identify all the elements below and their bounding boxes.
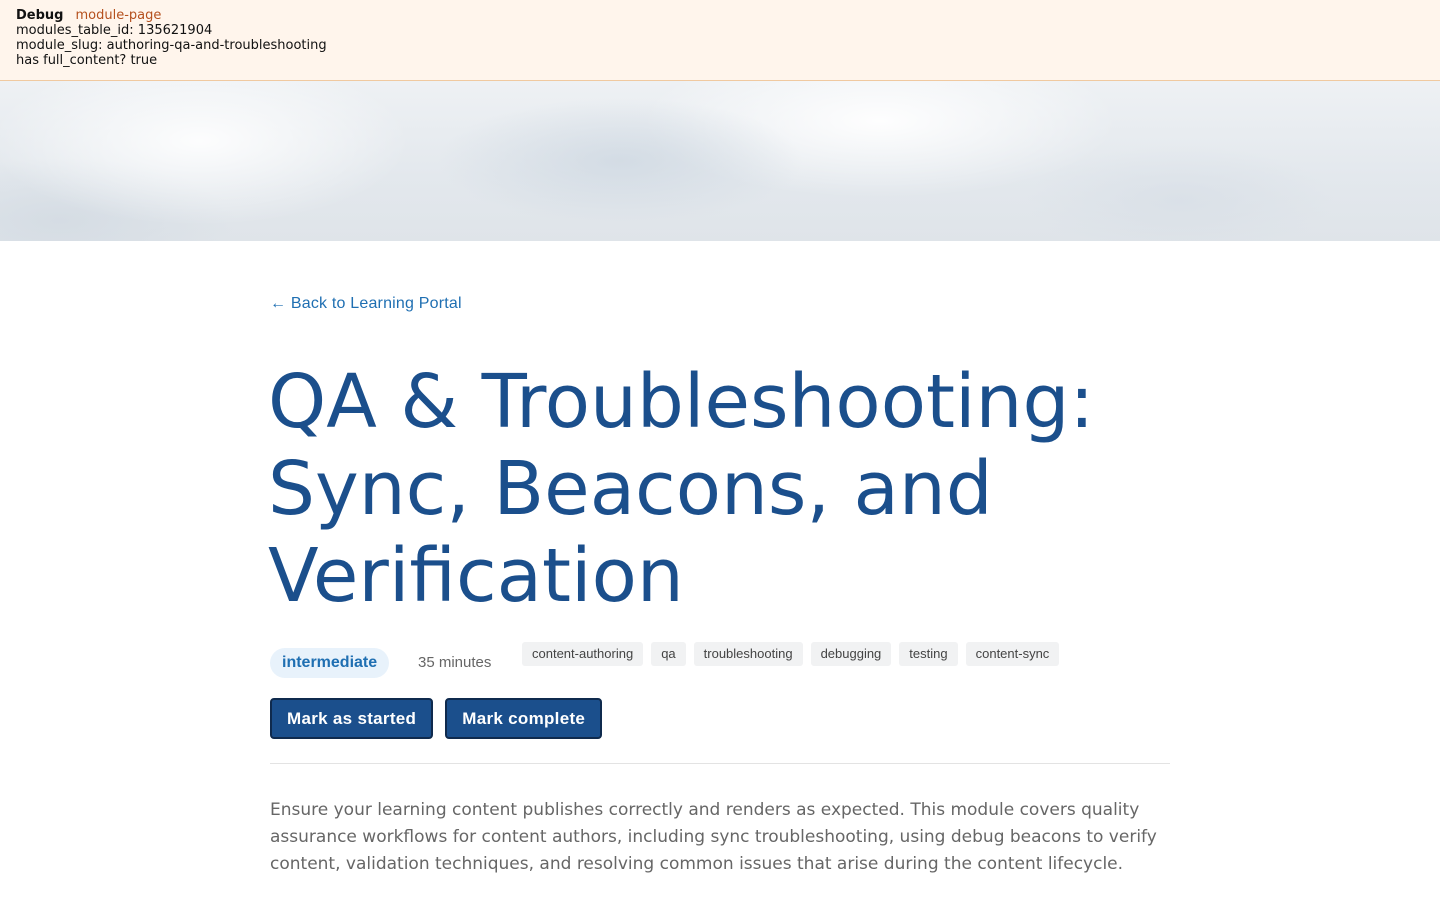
page-title: QA & Troubleshooting: Sync, Beacons, and… [268, 359, 1095, 619]
tag-testing: testing [899, 642, 958, 666]
divider [270, 763, 1170, 764]
mark-started-button[interactable]: Mark as started [270, 698, 434, 739]
progress-actions: Mark as started Mark complete [270, 698, 603, 739]
tag-content-authoring: content-authoring [522, 642, 644, 666]
debug-line-table-id: modules_table_id: 135621904 [16, 23, 213, 38]
hero-banner-image [0, 81, 1440, 241]
tag-qa: qa [651, 642, 686, 666]
debug-title: Debug [16, 8, 64, 23]
tag-content-sync: content-sync [965, 642, 1060, 666]
debug-line-full-content: has full_content? true [16, 53, 158, 68]
tag-list: content-authoring qa troubleshooting deb… [522, 642, 1060, 666]
tag-troubleshooting: troubleshooting [693, 642, 803, 666]
debug-page-type: module-page [75, 8, 162, 23]
debug-line-slug: module_slug: authoring-qa-and-troublesho… [16, 38, 327, 53]
debug-panel: Debug module-page modules_table_id: 1356… [0, 0, 1440, 81]
tag-debugging: debugging [810, 642, 892, 666]
duration-label: 35 minutes [418, 654, 492, 671]
module-meta: intermediate 35 minutes content-authorin… [270, 642, 1170, 678]
back-to-portal-link[interactable]: ← Back to Learning Portal [270, 295, 462, 313]
module-description: Ensure your learning content publishes c… [270, 800, 1157, 874]
mark-complete-button[interactable]: Mark complete [445, 698, 603, 739]
level-badge: intermediate [270, 648, 390, 678]
debug-header: Debug module-page [16, 8, 1424, 23]
